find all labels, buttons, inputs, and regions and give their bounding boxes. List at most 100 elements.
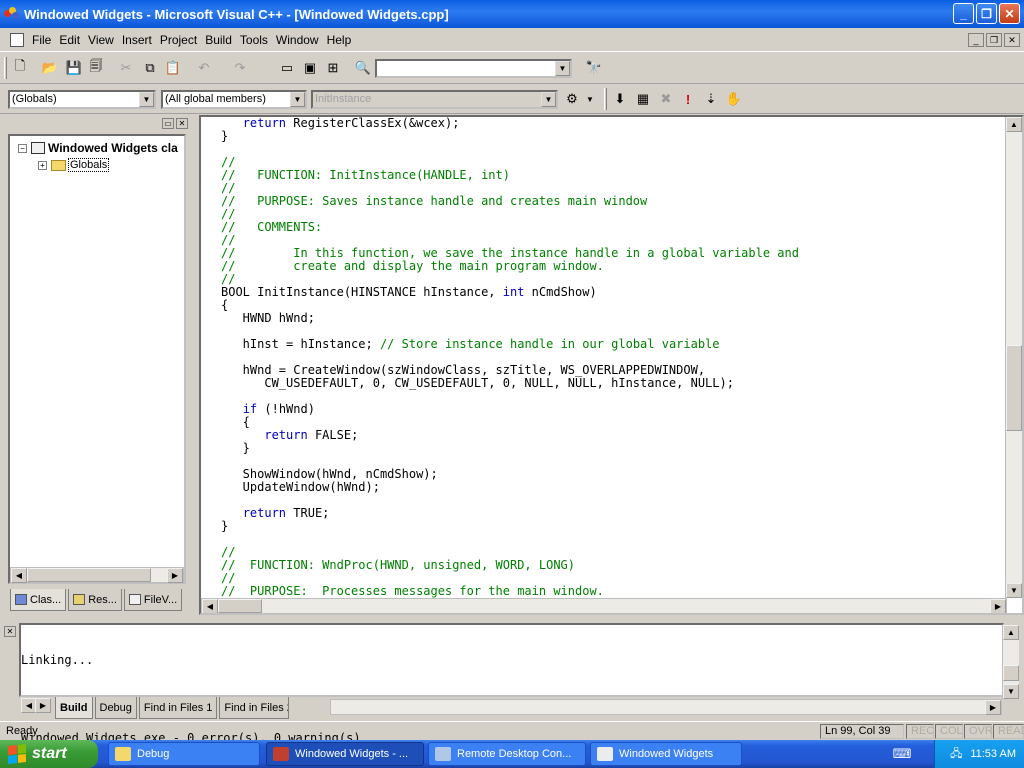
code-line[interactable]: return RegisterClassEx(&wcex); bbox=[221, 117, 799, 130]
tree-root[interactable]: − Windowed Widgets cla bbox=[18, 141, 178, 155]
menu-tools[interactable]: Tools bbox=[236, 33, 272, 47]
paste-icon[interactable]: 📋 bbox=[163, 58, 183, 78]
menu-project[interactable]: Project bbox=[156, 33, 201, 47]
undo-icon[interactable]: ↶ bbox=[194, 58, 214, 78]
task-windowed-widgets[interactable]: Windowed Widgets bbox=[590, 742, 742, 766]
scroll-thumb[interactable] bbox=[27, 568, 151, 582]
menu-build[interactable]: Build bbox=[201, 33, 236, 47]
scroll-thumb[interactable] bbox=[1003, 665, 1019, 681]
execute-icon[interactable]: ! bbox=[678, 89, 698, 109]
tab-debug[interactable]: Debug bbox=[94, 697, 137, 719]
menu-view[interactable]: View bbox=[84, 33, 118, 47]
collapse-icon[interactable]: − bbox=[18, 143, 27, 153]
task-debug-folder[interactable]: Debug bbox=[108, 742, 260, 766]
scroll-left-icon[interactable]: ◀ bbox=[11, 568, 27, 583]
doc-minimize-button[interactable]: _ bbox=[968, 33, 984, 47]
output-text[interactable]: Linking... Windowed Widgets.exe - 0 erro… bbox=[19, 623, 1004, 745]
task-visual-cpp[interactable]: Windowed Widgets - ... bbox=[266, 742, 424, 766]
code-line[interactable]: // PURPOSE: Processes messages for the m… bbox=[221, 585, 799, 598]
scroll-up-icon[interactable]: ▲ bbox=[1006, 117, 1022, 132]
code-line[interactable]: return FALSE; bbox=[221, 429, 799, 442]
stop-build-icon[interactable]: ✖ bbox=[656, 89, 676, 109]
menu-insert[interactable]: Insert bbox=[118, 33, 156, 47]
code-line[interactable]: HWND hWnd; bbox=[221, 312, 799, 325]
scroll-right-icon[interactable]: ▶ bbox=[990, 599, 1006, 613]
code-line[interactable]: return TRUE; bbox=[221, 507, 799, 520]
close-button[interactable]: ✕ bbox=[999, 3, 1020, 24]
toolbar-grip[interactable] bbox=[604, 88, 607, 110]
chevron-down-icon[interactable]: ▼ bbox=[541, 92, 556, 107]
cut-icon[interactable]: ✂ bbox=[116, 58, 136, 78]
new-file-icon[interactable]: 🗋 bbox=[10, 58, 30, 78]
editor-vscrollbar[interactable]: ▲ ▼ bbox=[1005, 117, 1022, 598]
menu-window[interactable]: Window bbox=[272, 33, 323, 47]
workspace-icon[interactable]: ▭ bbox=[277, 58, 297, 78]
doc-restore-button[interactable]: ❐ bbox=[986, 33, 1002, 47]
window-list-icon[interactable]: ⊞ bbox=[323, 58, 343, 78]
go-icon[interactable]: ⇣ bbox=[701, 89, 721, 109]
expand-icon[interactable]: + bbox=[38, 160, 47, 170]
scroll-thumb[interactable] bbox=[218, 599, 262, 613]
menu-edit[interactable]: Edit bbox=[55, 33, 84, 47]
build-icon[interactable]: ▦ bbox=[633, 89, 653, 109]
tree-hscrollbar[interactable]: ◀ ▶ bbox=[10, 567, 184, 583]
tree-globals[interactable]: + Globals bbox=[38, 158, 110, 172]
task-remote-desktop[interactable]: Remote Desktop Con... bbox=[428, 742, 586, 766]
tab-resourceview[interactable]: Res... bbox=[68, 589, 122, 611]
copy-icon[interactable]: ⧉ bbox=[140, 58, 160, 78]
editor-hscrollbar[interactable]: ◀ ▶ bbox=[201, 598, 1007, 613]
tree-globals-label[interactable]: Globals bbox=[68, 158, 110, 172]
code-line[interactable]: UpdateWindow(hWnd); bbox=[221, 481, 799, 494]
code-line[interactable]: // create and display the main program w… bbox=[221, 260, 799, 273]
code-editor[interactable]: return RegisterClassEx(&wcex);}​//// FUN… bbox=[199, 115, 1024, 615]
code-line[interactable]: } bbox=[221, 442, 799, 455]
output-window-icon[interactable]: ▣ bbox=[300, 58, 320, 78]
redo-icon[interactable]: ↷ bbox=[230, 58, 250, 78]
minimize-button[interactable]: _ bbox=[953, 3, 974, 24]
code-line[interactable]: // PURPOSE: Saves instance handle and cr… bbox=[221, 195, 799, 208]
wizard-dropdown-icon[interactable]: ▼ bbox=[580, 89, 600, 109]
function-combo[interactable]: InitInstance ▼ bbox=[311, 90, 558, 109]
class-tree[interactable]: − Windowed Widgets cla + Globals bbox=[8, 134, 186, 584]
start-button[interactable]: start bbox=[0, 740, 98, 768]
doc-close-button[interactable]: ✕ bbox=[1004, 33, 1020, 47]
menu-help[interactable]: Help bbox=[323, 33, 356, 47]
chevron-down-icon[interactable]: ▼ bbox=[555, 61, 570, 76]
code-line[interactable]: } bbox=[221, 520, 799, 533]
scroll-down-icon[interactable]: ▼ bbox=[1006, 583, 1022, 598]
scroll-up-icon[interactable]: ▲ bbox=[1003, 625, 1019, 640]
code-line[interactable]: ​ bbox=[221, 143, 799, 156]
code-line[interactable]: CW_USEDEFAULT, 0, CW_USEDEFAULT, 0, NULL… bbox=[221, 377, 799, 390]
scroll-down-icon[interactable]: ▼ bbox=[1003, 684, 1019, 699]
network-icon[interactable]: 🖧 bbox=[950, 745, 962, 764]
keyboard-icon[interactable]: ⌨ bbox=[892, 744, 912, 764]
code-line[interactable]: // FUNCTION: WndProc(HWND, unsigned, WOR… bbox=[221, 559, 799, 572]
visual-cpp-app-icon[interactable] bbox=[4, 7, 20, 21]
pane-restore-button[interactable]: ▭ bbox=[162, 118, 174, 129]
menu-file[interactable]: File bbox=[28, 33, 55, 47]
compile-icon[interactable]: ⬇ bbox=[610, 89, 630, 109]
output-vscrollbar[interactable]: ▲ ▼ bbox=[1002, 625, 1019, 699]
code-line[interactable]: ​ bbox=[221, 533, 799, 546]
tab-build[interactable]: Build bbox=[55, 697, 93, 719]
tab-find-in-files-2[interactable]: Find in Files 2 bbox=[219, 697, 290, 719]
chevron-down-icon[interactable]: ▼ bbox=[290, 92, 305, 107]
tab-find-in-files-1[interactable]: Find in Files 1 bbox=[138, 697, 218, 719]
scope-combo[interactable]: (Globals) ▼ bbox=[8, 90, 156, 109]
breakpoint-hand-icon[interactable]: ✋ bbox=[724, 89, 744, 109]
scroll-thumb[interactable] bbox=[1006, 345, 1022, 431]
document-icon[interactable] bbox=[10, 32, 24, 47]
members-combo[interactable]: (All global members) ▼ bbox=[161, 90, 307, 109]
toolbar-grip[interactable] bbox=[4, 57, 7, 79]
scroll-right-icon[interactable]: ▶ bbox=[985, 700, 1001, 715]
output-close-button[interactable]: ✕ bbox=[4, 626, 16, 637]
code-line[interactable]: // FUNCTION: InitInstance(HANDLE, int) bbox=[221, 169, 799, 182]
tab-scroll-right-icon[interactable]: ▶ bbox=[35, 698, 51, 713]
open-folder-icon[interactable]: 📂 bbox=[40, 58, 60, 78]
code-line[interactable]: } bbox=[221, 130, 799, 143]
maximize-button[interactable]: ❐ bbox=[976, 3, 997, 24]
wizard-action-icon[interactable]: ⚙ bbox=[562, 89, 582, 109]
code-line[interactable]: BOOL InitInstance(HINSTANCE hInstance, i… bbox=[221, 286, 799, 299]
tab-classview[interactable]: Clas... bbox=[10, 589, 67, 611]
code-line[interactable]: hInst = hInstance; // Store instance han… bbox=[221, 338, 799, 351]
